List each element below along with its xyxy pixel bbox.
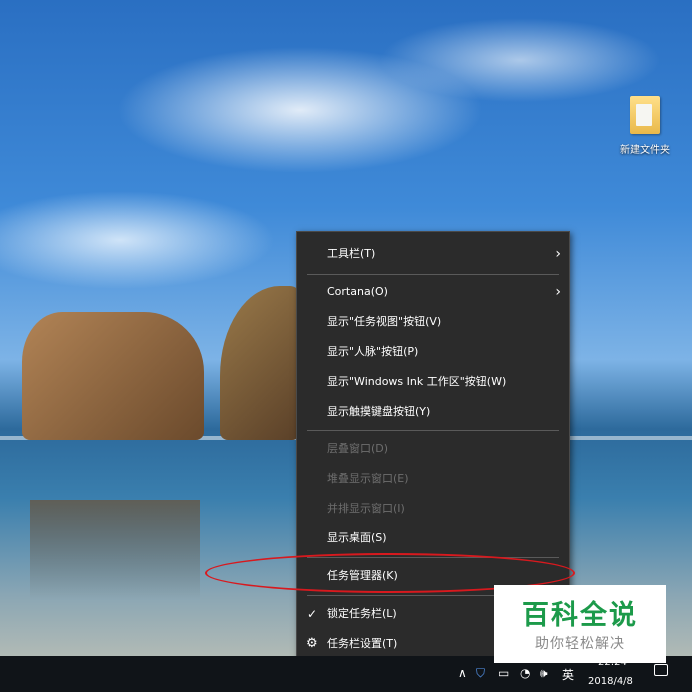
menu-item-label: 工具栏(T) bbox=[327, 247, 376, 260]
desktop-icon-new-folder[interactable]: 新建文件夹 bbox=[610, 96, 680, 157]
watermark-logo: 百科全说 助你轻松解决 bbox=[494, 585, 666, 663]
menu-item-show-task-view[interactable]: 显示"任务视图"按钮(V) bbox=[297, 308, 569, 336]
menu-item-label: 显示"人脉"按钮(P) bbox=[327, 345, 419, 358]
menu-item-label: 显示桌面(S) bbox=[327, 531, 387, 544]
menu-item-show-windows-ink[interactable]: 显示"Windows Ink 工作区"按钮(W) bbox=[297, 368, 569, 396]
menu-item-show-touch-keyboard[interactable]: 显示触摸键盘按钮(Y) bbox=[297, 398, 569, 426]
folder-icon bbox=[630, 96, 660, 134]
menu-item-side-by-side-windows: 并排显示窗口(I) bbox=[297, 495, 569, 523]
menu-item-label: 并排显示窗口(I) bbox=[327, 502, 405, 515]
menu-item-label: 显示"Windows Ink 工作区"按钮(W) bbox=[327, 375, 507, 388]
notification-center-icon[interactable] bbox=[654, 664, 668, 676]
shield-icon[interactable]: ⛉ bbox=[476, 666, 485, 680]
watermark-subtitle: 助你轻松解决 bbox=[535, 636, 625, 652]
input-method-indicator[interactable]: 英 bbox=[562, 666, 574, 683]
check-icon: ✓ bbox=[307, 607, 318, 621]
clock-date[interactable]: 2018/4/8 bbox=[588, 676, 633, 687]
menu-item-stack-windows: 堆叠显示窗口(E) bbox=[297, 465, 569, 493]
menu-item-show-desktop[interactable]: 显示桌面(S) bbox=[297, 524, 569, 552]
chevron-right-icon: › bbox=[555, 246, 561, 262]
menu-item-toolbars[interactable]: 工具栏(T) › bbox=[297, 240, 569, 268]
chevron-right-icon: › bbox=[555, 284, 561, 300]
gear-icon: ⚙ bbox=[306, 636, 318, 651]
menu-item-label: 显示触摸键盘按钮(Y) bbox=[327, 405, 431, 418]
menu-item-label: 显示"任务视图"按钮(V) bbox=[327, 315, 442, 328]
rock-arch bbox=[220, 286, 300, 440]
menu-separator bbox=[307, 430, 559, 431]
menu-item-cortana[interactable]: Cortana(O) › bbox=[297, 278, 569, 306]
rock-left bbox=[22, 312, 204, 440]
menu-item-label: Cortana(O) bbox=[327, 285, 388, 298]
battery-icon[interactable]: ▭ bbox=[498, 666, 509, 680]
desktop-icon-label: 新建文件夹 bbox=[620, 145, 670, 156]
chevron-up-icon[interactable]: ∧ bbox=[458, 666, 467, 680]
watermark-title: 百科全说 bbox=[522, 600, 638, 631]
menu-item-label: 堆叠显示窗口(E) bbox=[327, 472, 409, 485]
menu-item-show-people[interactable]: 显示"人脉"按钮(P) bbox=[297, 338, 569, 366]
menu-item-label: 任务栏设置(T) bbox=[327, 637, 398, 650]
menu-item-cascade-windows: 层叠窗口(D) bbox=[297, 435, 569, 463]
menu-item-label: 锁定任务栏(L) bbox=[327, 607, 397, 620]
rock-reflection bbox=[30, 500, 200, 600]
menu-separator bbox=[307, 274, 559, 275]
volume-icon[interactable]: 🕪 bbox=[540, 666, 548, 680]
network-icon[interactable]: ◔ bbox=[520, 666, 530, 680]
menu-item-label: 层叠窗口(D) bbox=[327, 442, 389, 455]
